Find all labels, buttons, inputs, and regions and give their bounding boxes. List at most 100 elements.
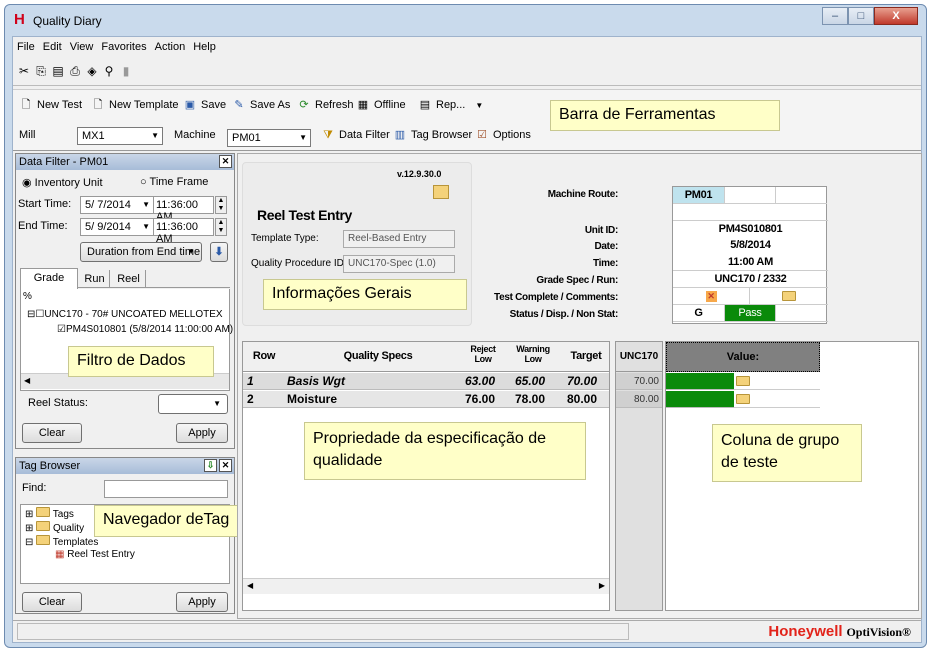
grade-run-value[interactable]: UNC170 / 2332 (673, 271, 828, 288)
chevron-down-icon: ▼ (142, 222, 150, 231)
table-row[interactable]: 1 Basis Wgt 63.00 65.00 70.00 (243, 373, 609, 390)
data-filter-button[interactable]: ⧩ Data Filter (321, 126, 390, 144)
warning-low-value: 78.00 (515, 392, 546, 406)
maximize-button[interactable]: □ (848, 7, 874, 25)
cut-icon[interactable]: ✂ (17, 64, 31, 78)
machine-route-value[interactable]: PM01 (673, 187, 725, 204)
value-note-cell-1[interactable] (734, 373, 820, 390)
target-value: 70.00 (567, 374, 598, 388)
menu-edit[interactable]: Edit (43, 41, 62, 53)
start-time-spinner[interactable]: ▲ ▼ (215, 196, 227, 214)
save-label: Save (201, 99, 227, 111)
app-logo-icon: H (14, 11, 25, 28)
offline-label: Offline (374, 99, 406, 111)
value-column-header[interactable]: Value: (666, 342, 820, 372)
copy-icon[interactable]: ⎘ (34, 64, 48, 78)
close-icon[interactable]: ✕ (219, 155, 232, 168)
group-value-2[interactable]: 80.00 (616, 391, 662, 408)
duration-select[interactable]: Duration from End time ▼ (80, 242, 202, 262)
filter-apply-button[interactable]: Apply (176, 423, 228, 443)
offline-button[interactable]: ▦ Offline (356, 96, 406, 114)
menu-view[interactable]: View (70, 41, 94, 53)
tree-node-grade[interactable]: ⊟☐UNC170 - 70# UNCOATED MELLOTEX (27, 309, 223, 320)
tab-grade-spec[interactable]: Grade Spec (20, 268, 78, 303)
test-complete-cell[interactable]: ✕ (673, 288, 750, 305)
menu-action[interactable]: Action (155, 41, 186, 53)
radio-time-frame[interactable]: ○ Time Frame (140, 176, 208, 188)
tree-node-templates[interactable]: ⊟ Templates (25, 535, 98, 548)
value-cell-1[interactable] (666, 373, 734, 390)
machine-route-cell-3[interactable] (776, 187, 827, 204)
time-value[interactable]: 11:00 AM (673, 254, 828, 271)
start-time-field[interactable]: 11:36:00 AM (154, 196, 214, 223)
eraser-icon[interactable]: ◈ (85, 64, 99, 78)
find-input[interactable] (104, 480, 228, 498)
options-button[interactable]: ☑ Options (475, 126, 531, 144)
checkbox-checked-icon: ☑ (57, 324, 66, 335)
new-test-button[interactable]: 🗋 New Test (19, 96, 82, 114)
reports-label: Rep... (436, 99, 466, 111)
menu-help[interactable]: Help (193, 41, 216, 53)
new-document-icon: 🗋 (21, 99, 31, 111)
radio-checked-icon: ◉ (22, 177, 32, 189)
value-cell-2[interactable] (666, 391, 734, 408)
tree-node-reel-test-entry[interactable]: ▦ Reel Test Entry (55, 549, 135, 560)
pin-icon[interactable]: ⇩ (204, 459, 217, 472)
start-date-field[interactable]: 5/ 7/2014 ▼ (80, 196, 154, 214)
minimize-button[interactable]: – (822, 7, 848, 25)
table-row[interactable]: 2 Moisture 76.00 78.00 80.00 (243, 391, 609, 408)
tree-node-tags[interactable]: ⊞ Tags (25, 507, 74, 520)
page-icon[interactable]: ▮ (119, 64, 133, 78)
binoculars-icon[interactable]: ⚲ (102, 64, 116, 78)
status-g-value[interactable]: G (673, 305, 725, 322)
non-stat-cell[interactable] (776, 305, 828, 322)
end-date-field[interactable]: 5/ 9/2014 ▼ (80, 218, 154, 236)
save-button[interactable]: ▣ Save (183, 96, 226, 114)
close-button[interactable]: X (874, 7, 918, 25)
close-icon[interactable]: ✕ (219, 459, 232, 472)
new-document-icon: 🗋 (93, 99, 103, 111)
paste-icon[interactable]: ▤ (51, 64, 65, 78)
start-time-label: Start Time: (18, 198, 72, 210)
grade-run-label: Grade Spec / Run: (536, 275, 618, 286)
folder-icon (736, 394, 750, 404)
horizontal-scrollbar[interactable]: ◀ ▶ (243, 578, 609, 594)
save-as-button[interactable]: ✎ Save As (232, 96, 290, 114)
mill-select[interactable]: MX1 ▼ (77, 127, 163, 145)
menu-favorites[interactable]: Favorites (101, 41, 146, 53)
date-value[interactable]: 5/8/2014 (673, 237, 828, 254)
radio-inventory-unit[interactable]: ◉ Inventory Unit (22, 176, 103, 189)
unit-id-value[interactable]: PM4S010801 (673, 221, 828, 238)
sort-down-button[interactable]: ⬇ (210, 242, 228, 262)
status-bar: Honeywell OptiVision® (13, 620, 921, 642)
menu-file[interactable]: File (17, 41, 35, 53)
tab-run[interactable]: Run (80, 270, 110, 288)
folder-icon[interactable] (433, 185, 449, 199)
chevron-down-icon: ▼ (142, 200, 150, 209)
end-time-spinner[interactable]: ▲ ▼ (215, 218, 227, 236)
filter-clear-button[interactable]: Clear (22, 423, 82, 443)
offline-icon: ▦ (357, 99, 369, 111)
refresh-label: Refresh (315, 99, 354, 111)
tag-browser-button[interactable]: ▥ Tag Browser (393, 126, 472, 144)
tree-node-grade-label: UNC170 - 70# UNCOATED MELLOTEX (44, 309, 223, 320)
machine-select[interactable]: PM01 ▼ (227, 129, 311, 147)
tree-node-reel[interactable]: ☑PM4S010801 (5/8/2014 11:00:00 AM) (57, 324, 233, 335)
end-time-field[interactable]: 11:36:00 AM (154, 218, 214, 245)
reports-button[interactable]: ▤ Rep... ▼ (418, 96, 483, 114)
tab-reel[interactable]: Reel (112, 270, 146, 288)
refresh-button[interactable]: ⟳ Refresh (297, 96, 354, 114)
new-template-button[interactable]: 🗋 New Template (91, 96, 179, 114)
value-note-cell-2[interactable] (734, 391, 820, 408)
tree-node-quality[interactable]: ⊞ Quality (25, 521, 84, 534)
status-pass-value[interactable]: Pass (725, 305, 776, 322)
tag-clear-button[interactable]: Clear (22, 592, 82, 612)
tag-apply-button[interactable]: Apply (176, 592, 228, 612)
group-value-1[interactable]: 70.00 (616, 373, 662, 390)
reject-low-value: 63.00 (465, 374, 496, 388)
print-icon[interactable]: ⎙ (68, 64, 82, 78)
machine-route-cell-2[interactable] (725, 187, 776, 204)
reel-status-select[interactable]: ▼ (158, 394, 228, 414)
comments-cell[interactable] (750, 288, 828, 305)
group-column: UNC170 70.00 80.00 (615, 341, 663, 611)
